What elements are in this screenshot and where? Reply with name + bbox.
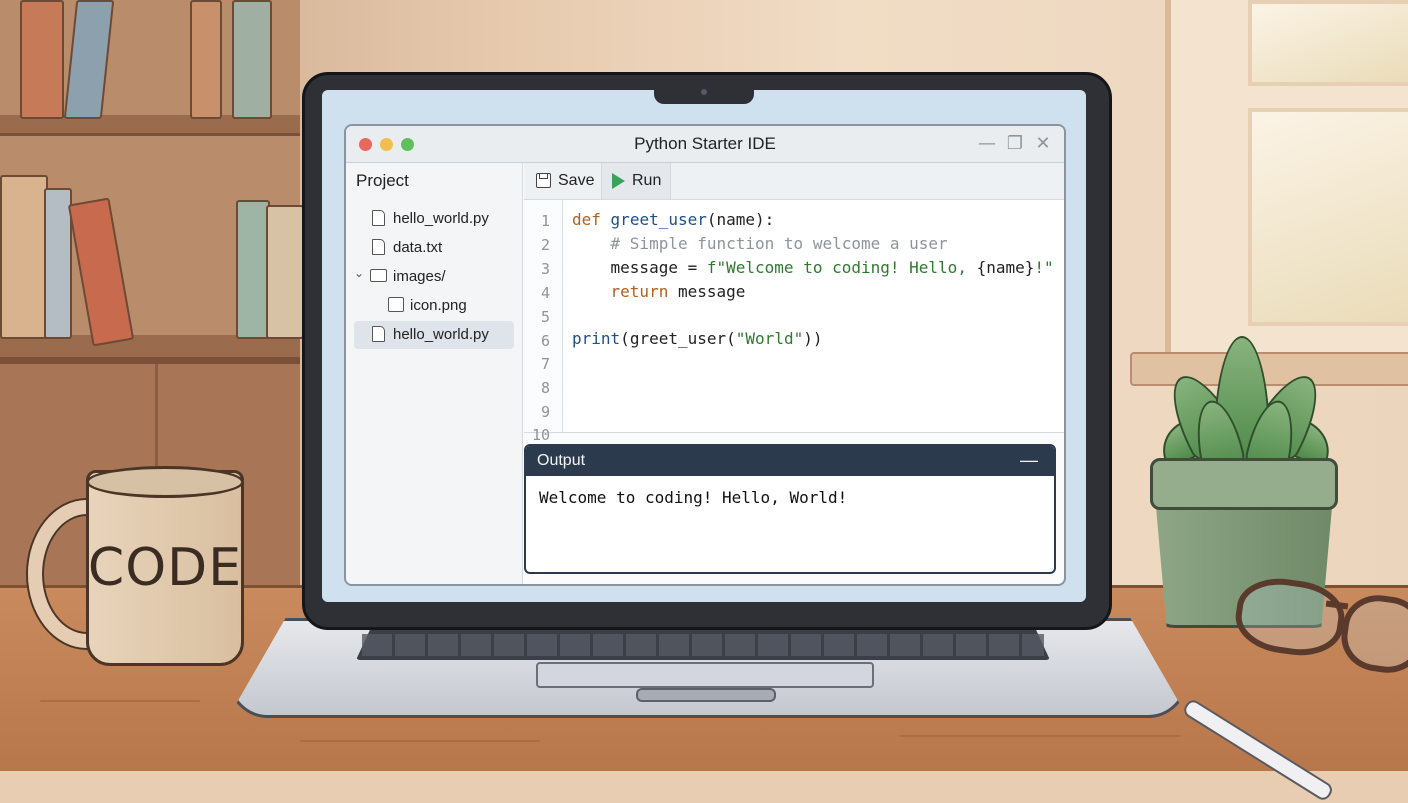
output-header: Output — xyxy=(526,446,1054,476)
code-token: {name} xyxy=(976,258,1035,277)
sidebar-item-hello-world-selected[interactable]: hello_world.py xyxy=(354,321,514,349)
line-number: 8 xyxy=(540,379,550,397)
code-line-7: print(greet_user("World")) xyxy=(572,329,822,348)
image-file-icon xyxy=(388,297,404,312)
wood-grain xyxy=(900,735,1180,737)
sidebar-item-label: hello_world.py xyxy=(393,210,489,227)
line-number: 6 xyxy=(540,332,550,350)
plant-pot-rim xyxy=(1150,458,1338,510)
window-pane xyxy=(1248,0,1408,86)
line-number: 5 xyxy=(540,308,550,326)
code-token: greet_user xyxy=(610,210,707,229)
code-token: def xyxy=(572,210,601,229)
code-token: )) xyxy=(803,329,823,348)
window-sill xyxy=(1130,352,1408,386)
line-number: 3 xyxy=(540,260,550,278)
save-icon xyxy=(536,173,551,188)
project-sidebar: Project hello_world.py data.txt ⌄ images… xyxy=(346,163,523,584)
sidebar-item-label: data.txt xyxy=(393,239,443,256)
code-token: return xyxy=(572,282,669,301)
code-editor[interactable]: 1 2 3 4 5 6 7 8 9 10 def greet_user(name… xyxy=(524,200,1064,444)
panel-splitter[interactable] xyxy=(346,432,1064,438)
sidebar-item-label: images/ xyxy=(393,268,446,285)
sidebar-item-data-txt[interactable]: data.txt xyxy=(346,234,522,262)
sidebar-item-icon-png[interactable]: icon.png xyxy=(346,292,522,320)
book xyxy=(190,0,222,119)
output-minimize-icon[interactable]: — xyxy=(1020,446,1038,474)
file-icon xyxy=(372,210,385,226)
code-token: message xyxy=(668,282,746,301)
line-number: 1 xyxy=(540,212,550,230)
close-icon[interactable]: ✕ xyxy=(1032,133,1054,155)
run-button[interactable]: Run xyxy=(612,163,668,199)
sidebar-item-images-folder[interactable]: ⌄ images/ xyxy=(346,263,522,291)
touchpad xyxy=(536,662,874,688)
run-label: Run xyxy=(632,172,662,189)
code-line-1: def greet_user(name): xyxy=(572,210,774,229)
line-number: 7 xyxy=(540,355,550,373)
book xyxy=(232,0,272,119)
code-token: !" xyxy=(1034,258,1054,277)
laptop-front-notch xyxy=(636,688,776,702)
code-token: ( xyxy=(726,329,736,348)
save-button[interactable]: Save xyxy=(536,163,598,199)
file-icon xyxy=(372,326,385,342)
line-number: 4 xyxy=(540,284,550,302)
line-number-gutter: 1 2 3 4 5 6 7 8 9 10 xyxy=(524,200,563,444)
code-line-4: return message xyxy=(572,282,746,301)
mug-rim xyxy=(86,466,244,498)
title-bar: Python Starter IDE — ❐ ✕ xyxy=(346,126,1064,163)
line-number: 2 xyxy=(540,236,550,254)
book xyxy=(236,200,270,339)
code-token: ( xyxy=(620,329,630,348)
wood-grain xyxy=(300,740,540,742)
minimize-icon[interactable]: — xyxy=(976,133,998,155)
restore-icon[interactable]: ❐ xyxy=(1004,133,1026,155)
sidebar-item-label: icon.png xyxy=(410,297,467,314)
code-token: (name): xyxy=(706,210,775,229)
line-number: 9 xyxy=(540,403,550,421)
sidebar-heading: Project xyxy=(356,171,409,190)
chevron-down-icon[interactable]: ⌄ xyxy=(354,266,364,280)
save-label: Save xyxy=(558,172,595,189)
book xyxy=(266,205,304,339)
code-token: "World" xyxy=(735,329,804,348)
camera-icon xyxy=(701,89,707,95)
code-token: print xyxy=(572,329,621,348)
code-token: f"Welcome to coding! Hello, xyxy=(706,258,977,277)
ide-window: Python Starter IDE — ❐ ✕ Project hello_w… xyxy=(344,124,1066,586)
wood-grain xyxy=(40,700,200,702)
code-token: greet_user xyxy=(629,329,727,348)
book xyxy=(44,188,72,339)
book xyxy=(0,175,48,339)
sidebar-item-label: hello_world.py xyxy=(393,326,489,343)
editor-toolbar: Save Run xyxy=(524,163,1064,200)
code-line-2: # Simple function to welcome a user xyxy=(572,234,948,253)
play-icon xyxy=(612,173,625,189)
mug-label: CODE xyxy=(87,538,243,598)
keyboard-keys xyxy=(362,634,1044,656)
window-pane xyxy=(1248,108,1408,326)
code-token: message = xyxy=(572,258,707,277)
sidebar-item-hello-world[interactable]: hello_world.py xyxy=(346,205,522,233)
file-icon xyxy=(372,239,385,255)
book xyxy=(20,0,64,119)
code-line-3: message = f"Welcome to coding! Hello, {n… xyxy=(572,258,1054,277)
folder-icon xyxy=(370,269,387,282)
output-panel: Output — Welcome to coding! Hello, World… xyxy=(524,444,1056,574)
output-title: Output xyxy=(537,452,586,469)
window-title: Python Starter IDE xyxy=(634,134,776,153)
output-text: Welcome to coding! Hello, World! xyxy=(539,488,848,507)
